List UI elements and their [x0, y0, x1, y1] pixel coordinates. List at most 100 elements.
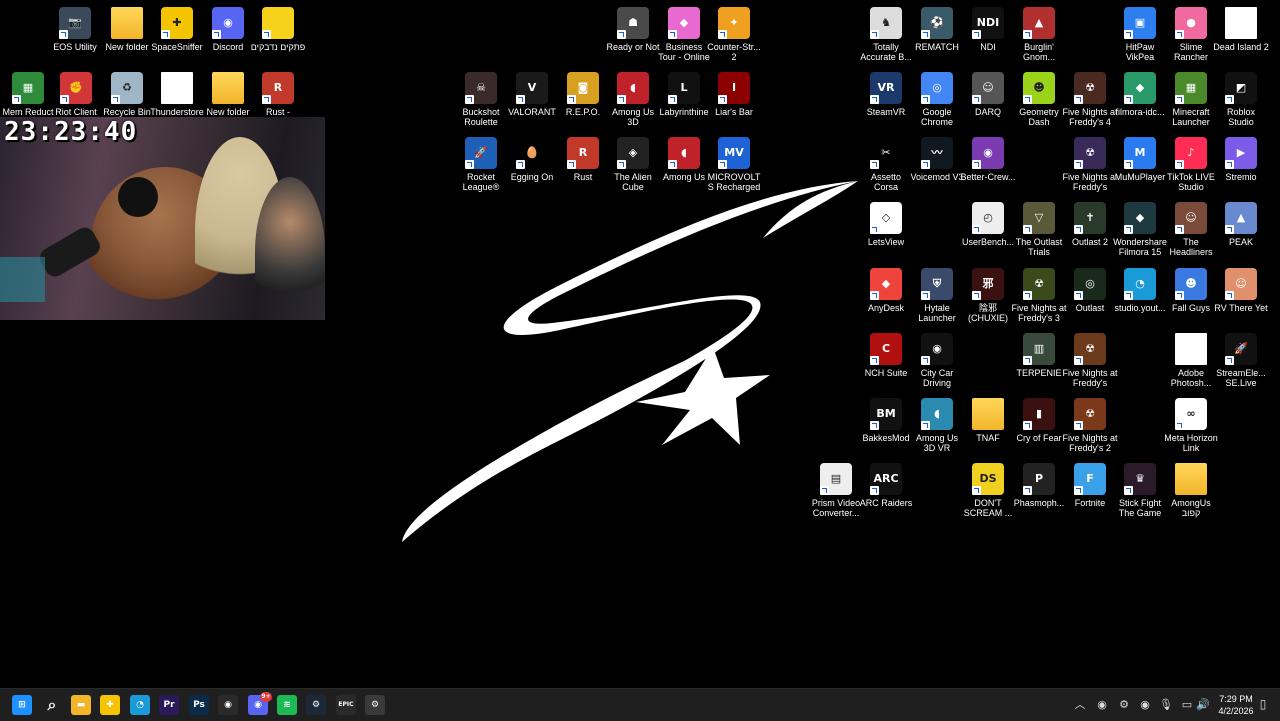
desktop-icon[interactable]: ▽ The Outlast Trials [1011, 200, 1067, 266]
taskbar-clock[interactable]: 7:29 PM 4/2/2026 [1214, 693, 1258, 717]
desktop-icon[interactable]: ◆Business Tour - Online M... [656, 5, 712, 71]
desktop-icon[interactable]: ☢ Five Nights at Freddy's [1062, 331, 1118, 397]
desktop-icon[interactable]: ♛ Stick Fight The Game [1112, 461, 1168, 527]
desktop-icon[interactable]: ● Slime Rancher [1163, 5, 1219, 71]
desktop-icon[interactable]: P Phasmoph... [1011, 461, 1067, 527]
desktop-icon[interactable]: ▲ Burglin' Gnom... [1011, 5, 1067, 71]
epic-games-icon[interactable]: EPIC [336, 695, 356, 715]
desktop-icon[interactable]: NDI NDI [960, 5, 1016, 71]
desktop-icon[interactable]: 📷 EOS Utility [47, 5, 103, 71]
microphone-icon[interactable]: 🎙 [1159, 698, 1173, 712]
shortcut-arrow-icon [1074, 486, 1083, 495]
desktop-icon[interactable]: ✝ Outlast 2 [1062, 200, 1118, 266]
desktop-icon[interactable]: V VALORANT [504, 70, 560, 136]
desktop-icon[interactable]: VR SteamVR [858, 70, 914, 136]
desktop-icon[interactable]: M MuMuPlayer [1112, 135, 1168, 201]
spotify-icon[interactable]: ≋ [277, 695, 297, 715]
network-icon[interactable]: ▭ [1180, 698, 1194, 712]
desktop-icon[interactable]: ▮ Cry of Fear [1011, 396, 1067, 462]
desktop-icon[interactable]: ✚ SpaceSniffer [149, 5, 205, 71]
desktop-icon[interactable]: ◎ Outlast [1062, 266, 1118, 332]
desktop-icon[interactable]: F Fortnite [1062, 461, 1118, 527]
desktop-icon[interactable]: ☢Five Nights at Freddy's Sis... [1062, 135, 1118, 201]
desktop-icon[interactable]: ◖ Among Us 3D VR [909, 396, 965, 462]
desktop-icon[interactable]: ◈ The Alien Cube [605, 135, 661, 201]
desktop-icon[interactable]: Dead Island 2 [1213, 5, 1269, 71]
desktop-icon[interactable]: ☻ Geometry Dash [1011, 70, 1067, 136]
desktop-icon[interactable]: ◴ UserBench... [960, 200, 1016, 266]
search-icon[interactable]: ⌕ [42, 695, 62, 715]
discord-tray-icon[interactable]: ◉ [1138, 698, 1152, 712]
desktop-icon[interactable]: TNAF [960, 396, 1016, 462]
photoshop-icon[interactable]: Ps [189, 695, 209, 715]
desktop-icon[interactable]: ◇ LetsView [858, 200, 914, 266]
desktop-icon[interactable]: ☠ Buckshot Roulette [453, 70, 509, 136]
settings-icon[interactable]: ⚙ [365, 695, 385, 715]
desktop-icon[interactable]: C NCH Suite [858, 331, 914, 397]
desktop-icon[interactable]: DS DON'T SCREAM ... [960, 461, 1016, 527]
desktop-icon[interactable]: ☢ Five Nights at Freddy's 2 [1062, 396, 1118, 462]
chevron-up-icon[interactable]: ︿ [1073, 698, 1087, 712]
desktop-icon[interactable]: ◩ Roblox Studio [1213, 70, 1269, 136]
desktop-icon[interactable]: ☗ Ready or Not [605, 5, 661, 71]
desktop-icon[interactable]: ▥ TERPENIE [1011, 331, 1067, 397]
desktop-icon[interactable]: 🥚 Egging On [504, 135, 560, 201]
steam-icon[interactable]: ⚙ [306, 695, 326, 715]
file-icon [1225, 7, 1257, 39]
desktop-icon[interactable]: ▶ Stremio [1213, 135, 1269, 201]
volume-icon[interactable]: 🔊 [1196, 698, 1210, 712]
desktop-icon[interactable]: 🚀 Rocket League® [453, 135, 509, 201]
desktop-icon[interactable]: ▣ HitPaw VikPea [1112, 5, 1168, 71]
desktop-icon[interactable]: ▦ Minecraft Launcher [1163, 70, 1219, 136]
desktop-icon[interactable]: ◖ Among Us 3D [605, 70, 661, 136]
desktop-icon[interactable]: ◆ filmora-idc... [1112, 70, 1168, 136]
windows-start-icon[interactable]: ⊞ [12, 695, 32, 715]
notification-center-icon[interactable]: ▯ [1256, 697, 1270, 713]
desktop-icon[interactable]: ◆ Wondershare Filmora 15 [1112, 200, 1168, 266]
desktop-icon[interactable]: ☻ Fall Guys [1163, 266, 1219, 332]
desktop-icon[interactable]: 🚀 StreamEle... SE.Live [1213, 331, 1269, 397]
spacesniffer-icon[interactable]: ✚ [100, 695, 120, 715]
desktop-icon[interactable]: Adobe Photosh... [1163, 331, 1219, 397]
riot-tray-icon[interactable]: ◉ [1095, 698, 1109, 712]
desktop-icon[interactable]: R Rust [555, 135, 611, 201]
desktop-icon[interactable]: ◖ Among Us [656, 135, 712, 201]
desktop-icon[interactable]: פתקים נדבקים [250, 5, 306, 71]
desktop-icon[interactable]: ☺ DARQ [960, 70, 1016, 136]
edge-icon[interactable]: ◔ [130, 695, 150, 715]
premiere-pro-icon[interactable]: Pr [159, 695, 179, 715]
desktop-icon[interactable]: BM BakkesMod [858, 396, 914, 462]
desktop-icon[interactable]: ✂ Assetto Corsa [858, 135, 914, 201]
desktop-icon[interactable]: ◆ AnyDesk [858, 266, 914, 332]
desktop-icon[interactable]: L Labyrinthine [656, 70, 712, 136]
desktop-icon[interactable]: ◉ Discord [200, 5, 256, 71]
file-explorer-icon[interactable]: ▬ [71, 695, 91, 715]
desktop-icon[interactable]: ⛨ Hytale Launcher [909, 266, 965, 332]
desktop-icon[interactable]: 〰 Voicemod V3 [909, 135, 965, 201]
desktop-icon[interactable]: ARC ARC Raiders [858, 461, 914, 527]
desktop-icon[interactable]: AmongUs קפוב [1163, 461, 1219, 527]
desktop-icon[interactable]: ▤ Prism Video Converter... [808, 461, 864, 527]
shortcut-arrow-icon [870, 291, 879, 300]
desktop-icon[interactable]: MV MICROVOLTS Recharged [706, 135, 762, 201]
desktop-icon[interactable]: ☺ The Headliners [1163, 200, 1219, 266]
desktop-icon[interactable]: ☢ Five Nights at Freddy's 3 [1011, 266, 1067, 332]
desktop-icon[interactable]: ◔ studio.yout... [1112, 266, 1168, 332]
desktop-icon[interactable]: ⚽ REMATCH [909, 5, 965, 71]
desktop-icon[interactable]: ☢ Five Nights at Freddy's 4 [1062, 70, 1118, 136]
desktop-icon[interactable]: ◉ City Car Driving [909, 331, 965, 397]
desktop-icon[interactable]: I Liar's Bar [706, 70, 762, 136]
desktop-icon[interactable]: ☺ RV There Yet [1213, 266, 1269, 332]
desktop-icon[interactable]: ▲ PEAK [1213, 200, 1269, 266]
desktop-icon[interactable]: New folder [99, 5, 155, 71]
desktop-icon[interactable]: ∞ Meta Horizon Link [1163, 396, 1219, 462]
desktop-icon[interactable]: ✦ Counter-Str... 2 [706, 5, 762, 71]
desktop-icon[interactable]: ◉ Better-Crew... [960, 135, 1016, 201]
obs-icon[interactable]: ◉ [218, 695, 238, 715]
steam-tray-icon[interactable]: ⚙ [1117, 698, 1131, 712]
desktop-icon[interactable]: ◎ Google Chrome [909, 70, 965, 136]
desktop-icon[interactable]: ◙ R.E.P.O. [555, 70, 611, 136]
desktop-icon[interactable]: 邪陰邪 (CHUXIE) [960, 266, 1016, 332]
desktop-icon[interactable]: ♞ Totally Accurate B... [858, 5, 914, 71]
desktop-icon[interactable]: ♪ TikTok LIVE Studio [1163, 135, 1219, 201]
